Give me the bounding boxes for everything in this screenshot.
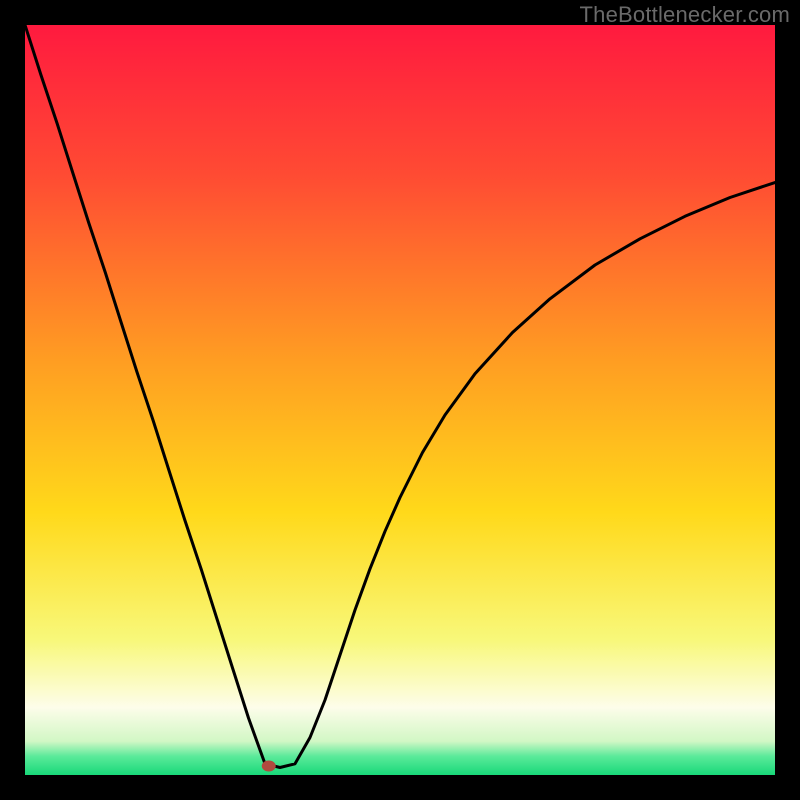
gradient-background — [25, 25, 775, 775]
watermark-text: TheBottlenecker.com — [580, 2, 790, 28]
optimal-point-marker — [262, 761, 276, 772]
plot-frame — [25, 25, 775, 775]
bottleneck-chart — [25, 25, 775, 775]
